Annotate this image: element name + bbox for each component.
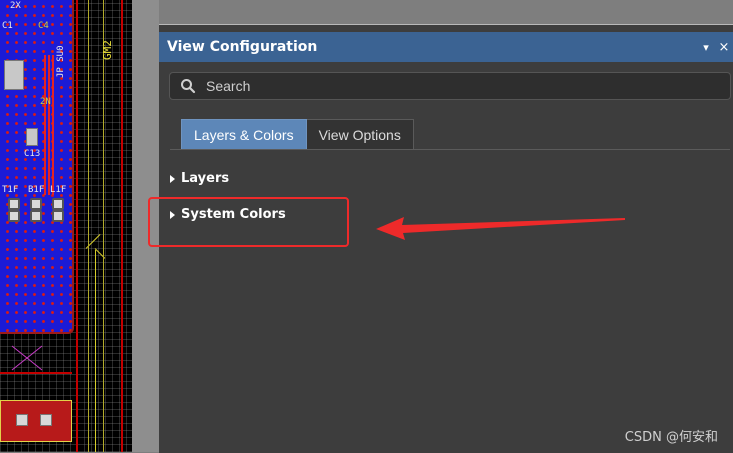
expand-caret-icon — [170, 174, 175, 183]
silk-label: C1 — [2, 21, 13, 31]
close-icon[interactable]: × — [715, 40, 733, 55]
pcb-trace — [48, 55, 50, 195]
search-input[interactable] — [204, 77, 708, 95]
silk-label: 2N — [40, 97, 51, 107]
silk-label: C13 — [24, 149, 41, 159]
panel-title-bar[interactable]: View Configuration ▾ × — [159, 32, 733, 62]
panel-menu-icon[interactable]: ▾ — [697, 41, 715, 54]
pcb-pad[interactable] — [30, 210, 42, 222]
pcb-pad[interactable] — [40, 414, 52, 426]
silk-label: L1F — [50, 185, 67, 195]
pcb-pad[interactable] — [52, 210, 64, 222]
net-label: GM2 — [101, 40, 114, 60]
mechanical-line — [95, 250, 96, 452]
silk-label: T1F — [2, 185, 19, 195]
pcb-component[interactable] — [4, 60, 24, 90]
board-outline — [76, 0, 78, 452]
tab-view-options[interactable]: View Options — [306, 119, 414, 149]
section-layers[interactable]: Layers — [170, 171, 229, 186]
pcb-pad[interactable] — [8, 198, 20, 210]
mechanical-line — [88, 0, 89, 452]
pcb-trace — [52, 55, 54, 195]
search-box[interactable] — [169, 72, 731, 100]
pcb-pad[interactable] — [30, 198, 42, 210]
pcb-pad[interactable] — [8, 210, 20, 222]
search-icon — [181, 79, 196, 94]
silk-label: B1F — [28, 185, 45, 195]
silk-label: JP SU0 — [56, 45, 66, 78]
annotation-arrow — [376, 217, 625, 240]
annotation-highlight-box — [148, 197, 349, 247]
pcb-trace — [44, 55, 46, 195]
watermark: CSDN @何安和 — [624, 430, 718, 445]
pcb-canvas[interactable]: 2X C4 C1 JP SU0 C13 T1F B1F L1F 2N 87 GM… — [0, 0, 132, 452]
mechanical-line — [103, 0, 104, 452]
silk-label: 2X — [10, 1, 21, 11]
board-outline — [0, 372, 72, 374]
tab-divider — [170, 149, 730, 150]
pcb-pad[interactable] — [16, 414, 28, 426]
panel-title: View Configuration — [167, 39, 318, 55]
panel-tabs: Layers & Colors View Options — [181, 119, 414, 150]
keepout-marker — [11, 345, 43, 371]
silk-label: C4 — [38, 21, 49, 31]
section-label: Layers — [181, 171, 230, 186]
pcb-pad[interactable] — [52, 198, 64, 210]
pcb-component[interactable] — [26, 128, 38, 146]
tab-layers-colors[interactable]: Layers & Colors — [181, 119, 307, 149]
pcb-component[interactable] — [0, 400, 72, 442]
board-outline — [121, 0, 123, 452]
